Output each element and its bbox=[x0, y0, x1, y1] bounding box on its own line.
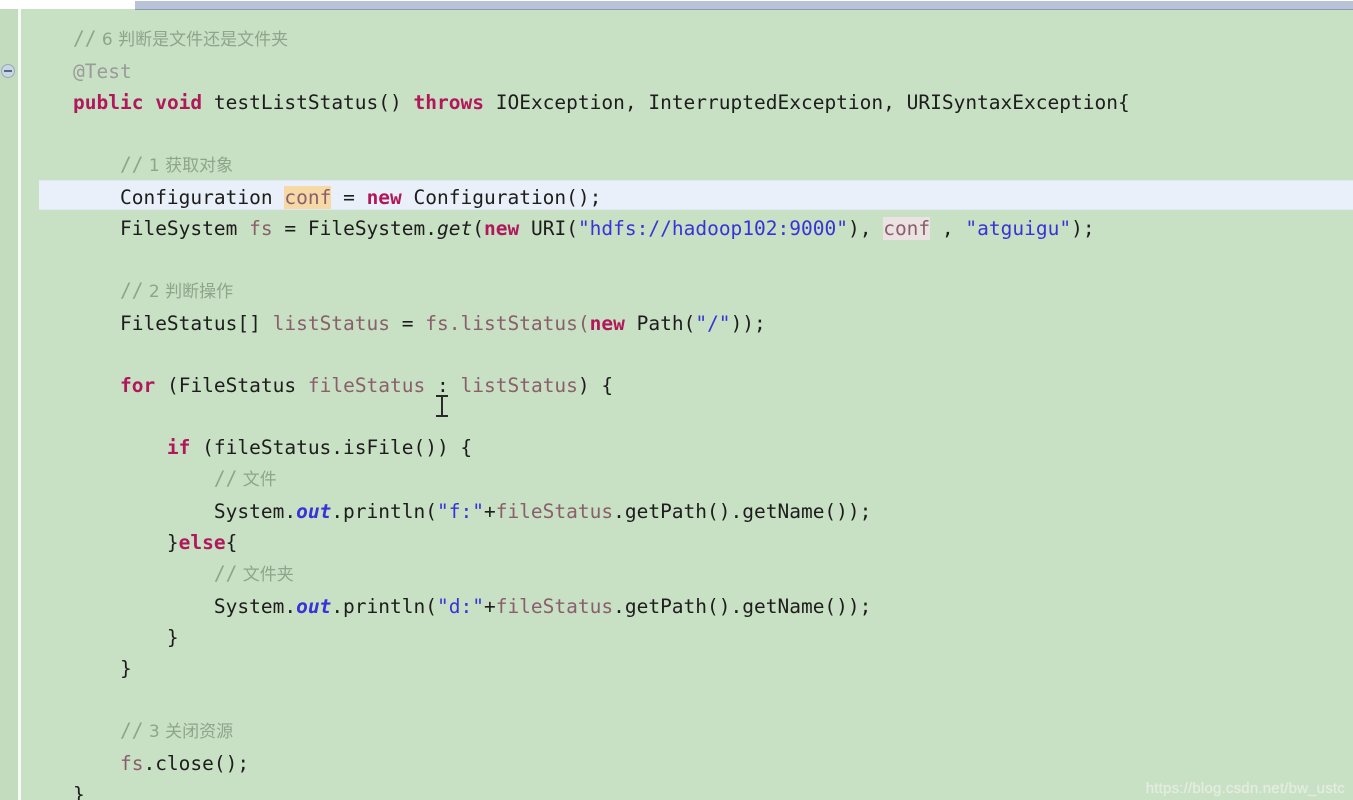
comment-slashes-5: // bbox=[213, 562, 238, 585]
keyword-if: if bbox=[166, 436, 191, 459]
static-field-out-2: out bbox=[296, 595, 332, 618]
method-declaration-name: testListStatus() bbox=[213, 91, 402, 114]
assign-operator-2: = bbox=[284, 217, 297, 240]
variable-conf-declaration: conf bbox=[284, 186, 332, 209]
keyword-for: for bbox=[119, 374, 156, 397]
string-atguigu-user: "atguigu" bbox=[965, 217, 1072, 240]
keyword-public: public bbox=[73, 91, 144, 114]
type-configuration: Configuration bbox=[119, 186, 273, 209]
paren-open-get: ( bbox=[472, 217, 484, 240]
comment-text-1: 6 判断是文件还是文件夹 bbox=[96, 30, 289, 50]
system-class-ref-2: System. bbox=[213, 595, 297, 618]
after-uri-punct: ), bbox=[847, 217, 884, 240]
keyword-else: else bbox=[178, 531, 226, 554]
uri-constructor-call: URI( bbox=[530, 217, 578, 240]
call-fs-liststatus: fs.listStatus( bbox=[425, 312, 590, 335]
collapse-fold-icon[interactable] bbox=[1, 64, 15, 78]
close-paren-liststatus: )); bbox=[730, 312, 766, 335]
type-filestatus-loopvar: FileStatus bbox=[178, 374, 297, 397]
code-canvas[interactable]: // 6 判断是文件还是文件夹 @Test public void testLi… bbox=[21, 9, 1353, 800]
brace-open-else: { bbox=[225, 531, 238, 554]
type-filesystem: FileSystem bbox=[119, 217, 238, 240]
editor-gutter[interactable] bbox=[0, 9, 18, 800]
arg-comma: , bbox=[930, 217, 966, 240]
getpath-getname-chain-1: .getPath().getName()); bbox=[613, 500, 872, 523]
comment-slashes-4: // bbox=[213, 467, 238, 490]
keyword-throws: throws bbox=[413, 91, 484, 114]
comment-text-6: 3 关闭资源 bbox=[143, 722, 234, 742]
brace-close-for: } bbox=[119, 657, 132, 680]
variable-filestatus-loop: fileStatus bbox=[307, 374, 426, 397]
exception-list: IOException, InterruptedException, URISy… bbox=[495, 91, 1130, 114]
variable-filestatus-ref-2: fileStatus bbox=[495, 595, 614, 618]
text-cursor-icon bbox=[436, 394, 448, 418]
string-root-path: "/" bbox=[695, 312, 731, 335]
variable-liststatus-declaration: listStatus bbox=[272, 312, 391, 335]
variable-fs-declaration: fs bbox=[249, 217, 273, 240]
class-filesystem-ref: FileSystem. bbox=[307, 217, 437, 240]
keyword-new-2: new bbox=[483, 217, 520, 240]
brace-close-method: } bbox=[73, 783, 85, 800]
close-paren-get: ); bbox=[1071, 217, 1095, 240]
brace-close-if: } bbox=[166, 531, 179, 554]
static-field-out-1: out bbox=[296, 500, 332, 523]
for-paren-open: ( bbox=[166, 374, 179, 397]
constructor-configuration: Configuration(); bbox=[413, 186, 602, 209]
system-class-ref-1: System. bbox=[213, 500, 297, 523]
code-editor-window: // 6 判断是文件还是文件夹 @Test public void testLi… bbox=[0, 0, 1353, 800]
source-code-block[interactable]: // 6 判断是文件还是文件夹 @Test public void testLi… bbox=[21, 9, 1130, 800]
comment-text-4: 文件 bbox=[237, 470, 277, 490]
type-filestatus-array: FileStatus[] bbox=[119, 312, 261, 335]
concat-plus-2: + bbox=[483, 595, 496, 618]
for-paren-close: ) { bbox=[577, 374, 614, 397]
path-constructor-call: Path( bbox=[636, 312, 696, 335]
comment-text-3: 2 判断操作 bbox=[143, 282, 234, 302]
variable-fs-ref: fs bbox=[119, 752, 144, 775]
comment-slashes-6: // bbox=[119, 719, 144, 742]
brace-close-else: } bbox=[166, 626, 179, 649]
comment-slashes-3: // bbox=[119, 279, 144, 302]
close-method-call: .close(); bbox=[143, 752, 250, 775]
comment-text-2: 1 获取对象 bbox=[143, 156, 234, 176]
println-call-2: .println( bbox=[331, 595, 437, 618]
variable-conf-argument: conf bbox=[883, 217, 931, 240]
comment-slashes-2: // bbox=[119, 153, 144, 176]
println-call-1: .println( bbox=[331, 500, 437, 523]
string-d-prefix: "d:" bbox=[436, 595, 484, 618]
keyword-new-3: new bbox=[589, 312, 625, 335]
string-hdfs-uri: "hdfs://hadoop102:9000" bbox=[577, 217, 848, 240]
concat-plus-1: + bbox=[483, 500, 496, 523]
method-get: get bbox=[437, 217, 473, 240]
keyword-new-1: new bbox=[366, 186, 402, 209]
variable-filestatus-ref-1: fileStatus bbox=[495, 500, 614, 523]
keyword-void: void bbox=[155, 91, 203, 114]
assign-operator-1: = bbox=[343, 186, 355, 209]
gutter-separator bbox=[18, 9, 21, 800]
assign-operator-3: = bbox=[401, 312, 414, 335]
annotation-test: @Test bbox=[73, 60, 132, 83]
string-f-prefix: "f:" bbox=[436, 500, 484, 523]
comment-slashes-1: // bbox=[73, 27, 97, 50]
getpath-getname-chain-2: .getPath().getName()); bbox=[613, 595, 872, 618]
watermark-label: https://blog.csdn.net/bw_ustc bbox=[1145, 780, 1345, 797]
variable-liststatus-iterable: listStatus bbox=[460, 374, 578, 397]
comment-text-5: 文件夹 bbox=[237, 565, 294, 585]
horizontal-scrollbar[interactable] bbox=[135, 0, 1353, 10]
if-condition: (fileStatus.isFile()) { bbox=[202, 436, 473, 459]
